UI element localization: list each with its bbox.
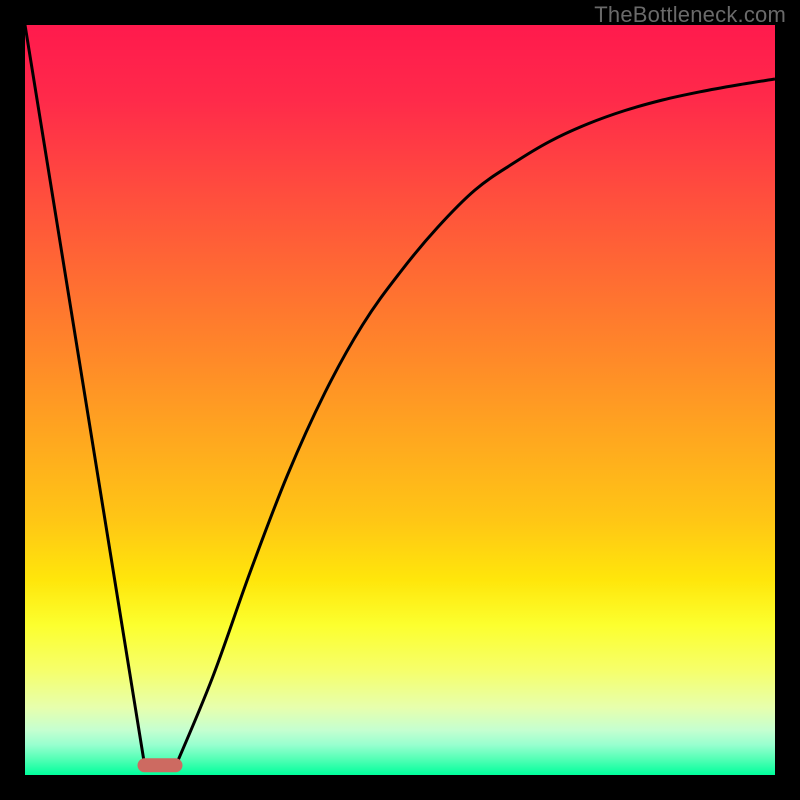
watermark-text: TheBottleneck.com	[594, 2, 786, 28]
right-curve	[175, 79, 775, 768]
chart-frame: TheBottleneck.com	[0, 0, 800, 800]
plot-area	[25, 25, 775, 775]
curve-layer	[25, 25, 775, 775]
left-line	[25, 25, 145, 768]
bottom-marker	[138, 758, 183, 772]
